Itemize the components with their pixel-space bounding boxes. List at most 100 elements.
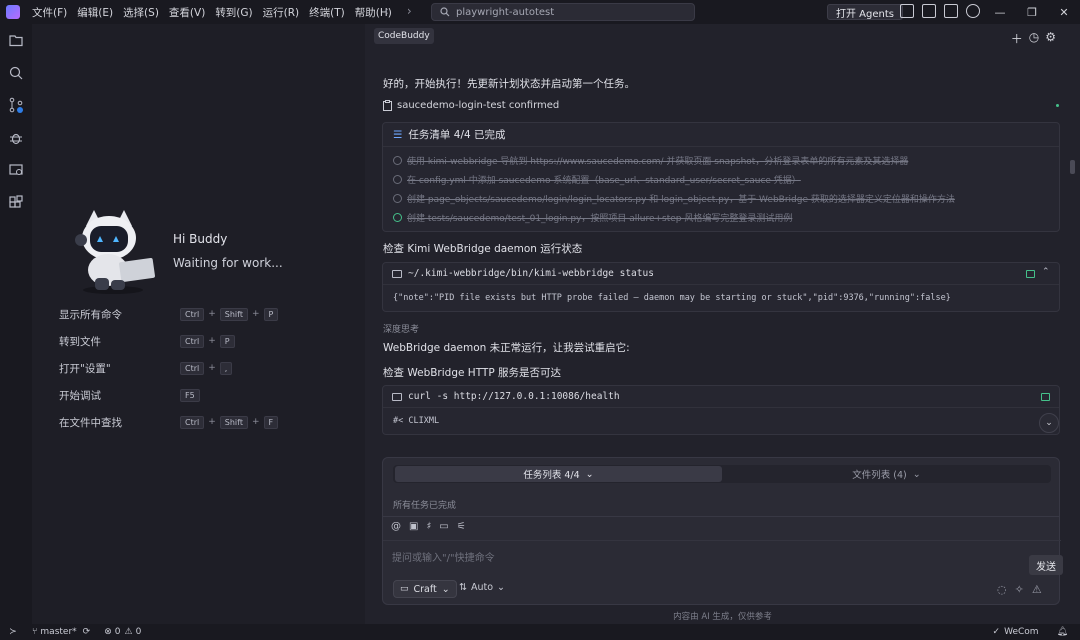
chevron-down-icon: ⌄ [497, 582, 505, 593]
format-icon[interactable]: ♯ [426, 521, 431, 532]
remote-explorer-icon[interactable] [8, 162, 24, 178]
plan-confirmed: saucedemo-login-test confirmed [383, 100, 559, 111]
model-select[interactable]: ⇅ Auto ⌄ [459, 582, 505, 593]
loading-spinner-icon: ◌ [997, 583, 1007, 596]
open-terminal-icon[interactable] [1026, 270, 1035, 278]
remote-icon[interactable]: ≻ [0, 624, 26, 640]
back-arrow-icon[interactable]: ‹ [384, 4, 389, 18]
history-icon[interactable]: ◷ [1029, 30, 1039, 47]
plus-sign: + [208, 309, 216, 319]
task-item: 创建 page_objects/saucedemo/login/login_lo… [393, 192, 955, 205]
command-card-curl: curl -s http://127.0.0.1:10086/health #<… [382, 385, 1060, 435]
shortcut-goto-file[interactable]: 转到文件 Ctrl + P [59, 333, 359, 349]
shortcut-find-in-files[interactable]: 在文件中查找 Ctrl + Shift + F [59, 414, 359, 430]
sparkle-icon[interactable]: ✧ [1015, 583, 1024, 596]
welcome-pane: Hi Buddy Waiting for work... 显示所有命令 Ctrl… [32, 24, 365, 624]
check-circle-icon [393, 156, 402, 165]
check-http-heading: 检查 WebBridge HTTP 服务是否可达 [383, 367, 562, 379]
source-control-icon[interactable] [8, 97, 24, 113]
command-text: curl -s http://127.0.0.1:10086/health [408, 391, 620, 402]
menu-goto[interactable]: 转到(G) [215, 5, 252, 20]
open-agents-button[interactable]: 打开 Agents [827, 4, 903, 20]
mode-select[interactable]: ▭ Craft ⌄ [393, 580, 457, 598]
task-status-panel: 任务列表 4/4 ⌄ 文件列表 (4) ⌄ 所有任务已完成 [382, 457, 1060, 517]
window-controls: — ❐ ✕ [984, 0, 1080, 24]
key-f: F [263, 415, 279, 429]
menu-select[interactable]: 选择(S) [123, 5, 159, 20]
toggle-secondary-sidebar-icon[interactable] [944, 4, 958, 18]
menu-file[interactable]: 文件(F) [32, 5, 67, 20]
branch-name[interactable]: master* [40, 627, 76, 637]
codebuddy-tab[interactable]: CodeBuddy [374, 28, 434, 44]
warning-icon[interactable]: ⚠ [1032, 583, 1042, 596]
command-output: {"note":"PID file exists but HTTP probe … [393, 293, 951, 303]
open-terminal-icon[interactable] [1041, 393, 1050, 401]
scroll-down-button[interactable]: ⌄ [1039, 413, 1059, 433]
settings-gear-icon[interactable]: ⚙ [1045, 30, 1056, 47]
error-icon: ⊗ [104, 627, 112, 637]
search-icon [440, 7, 450, 17]
command-header: curl -s http://127.0.0.1:10086/health [383, 386, 1059, 408]
shortcut-label: 打开"设置" [59, 362, 111, 375]
key-p: P [219, 334, 235, 348]
error-count[interactable]: 0 [115, 627, 121, 637]
toggle-sidebar-icon[interactable] [900, 4, 914, 18]
new-chat-icon[interactable]: ＋ [1011, 30, 1023, 47]
extensions-icon[interactable] [8, 195, 24, 211]
chat-scrollbar[interactable] [1070, 160, 1075, 174]
toggle-panel-icon[interactable] [922, 4, 936, 18]
warning-count[interactable]: 0 [136, 627, 142, 637]
shortcut-open-settings[interactable]: 打开"设置" Ctrl + , [59, 360, 359, 376]
search-sidebar-icon[interactable] [8, 65, 24, 81]
account-icon[interactable] [966, 4, 980, 18]
shortcut-start-debug[interactable]: 开始调试 F5 [59, 387, 359, 403]
chevron-down-icon: ⌄ [912, 468, 921, 480]
waiting-status: Waiting for work... [173, 256, 283, 270]
minimize-icon[interactable]: — [984, 0, 1016, 24]
status-dot [1056, 104, 1059, 107]
collapse-icon[interactable]: ⌃ [1042, 267, 1050, 277]
menu-edit[interactable]: 编辑(E) [77, 5, 113, 20]
explorer-icon[interactable] [8, 32, 24, 48]
forward-arrow-icon[interactable]: › [407, 4, 412, 18]
sync-icon[interactable]: ⟳ [83, 627, 91, 637]
mention-icon[interactable]: @ [391, 521, 401, 532]
command-search[interactable]: playwright-autotest [431, 3, 695, 21]
maximize-icon[interactable]: ❐ [1016, 0, 1048, 24]
command-card-status: ~/.kimi-webbridge/bin/kimi-webbridge sta… [382, 262, 1060, 312]
task-header-text: 任务清单 4/4 已完成 [408, 129, 506, 141]
tab-task-list[interactable]: 任务列表 4/4 ⌄ [395, 466, 722, 482]
task-list-header[interactable]: ☰ 任务清单 4/4 已完成 [383, 123, 1059, 147]
image-icon[interactable]: ▣ [409, 521, 418, 532]
buddy-robot-icon [75, 210, 155, 294]
deep-thinking-label[interactable]: 深度思考 [383, 322, 419, 335]
menu-view[interactable]: 查看(V) [169, 5, 205, 20]
key-shift: Shift [219, 307, 248, 321]
tab-file-list[interactable]: 文件列表 (4) ⌄ [724, 466, 1049, 482]
tools-icon[interactable]: ⚟ [457, 521, 466, 532]
close-icon[interactable]: ✕ [1048, 0, 1080, 24]
activity-bar [0, 24, 32, 624]
menu-terminal[interactable]: 终端(T) [309, 5, 345, 20]
chevron-down-icon: ⌄ [441, 583, 450, 595]
run-debug-icon[interactable] [8, 130, 24, 146]
plus-sign: + [208, 417, 216, 427]
notification-bell-icon[interactable]: 🔔︎ [1057, 627, 1068, 637]
wecom-label[interactable]: WeCom [1004, 627, 1038, 637]
key-shift: Shift [219, 415, 248, 429]
send-button[interactable]: 发送 [1029, 555, 1063, 575]
key-ctrl: Ctrl [180, 307, 205, 321]
key-ctrl: Ctrl [180, 334, 205, 348]
task-text: 创建 page_objects/saucedemo/login/login_lo… [407, 195, 955, 205]
shortcut-label: 显示所有命令 [59, 308, 122, 321]
task-item: 在 config.yml 中添加 saucedemo 系统配置（base_url… [393, 173, 801, 186]
status-bar: ≻ ⑂ master* ⟳ ⊗ 0 ⚠ 0 ✓ WeCom 🔔︎ [0, 624, 1080, 640]
command-text: ~/.kimi-webbridge/bin/kimi-webbridge sta… [408, 268, 654, 279]
input-toolbar: @ ▣ ♯ ▭ ⚟ [391, 521, 466, 532]
chat-input[interactable]: 提问或输入"/"快捷命令 [392, 549, 495, 564]
clipboard-icon [383, 100, 392, 111]
menu-run[interactable]: 运行(R) [263, 5, 300, 20]
shortcut-show-commands[interactable]: 显示所有命令 Ctrl + Shift + P [59, 306, 359, 322]
book-icon[interactable]: ▭ [439, 521, 448, 532]
panel-tabs: 任务列表 4/4 ⌄ 文件列表 (4) ⌄ [393, 465, 1051, 483]
